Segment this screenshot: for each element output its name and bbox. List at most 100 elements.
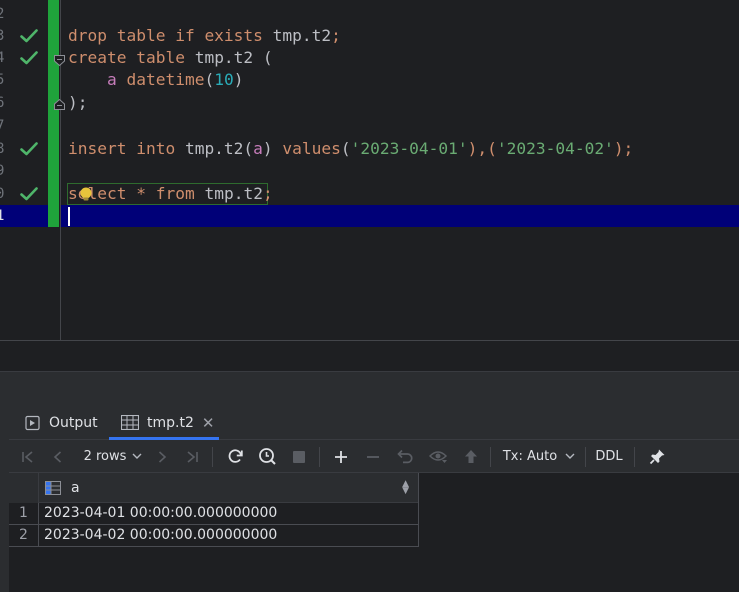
- previous-page-icon[interactable]: [47, 440, 69, 473]
- execution-success-check-icon: [20, 183, 38, 205]
- grid-corner[interactable]: [9, 473, 39, 503]
- code-line-insert[interactable]: insert into tmp.t2(a) values('2023-04-01…: [68, 138, 633, 160]
- line-number: 6: [0, 95, 5, 111]
- line-number: 4: [0, 50, 5, 66]
- view-query-icon[interactable]: [425, 440, 451, 473]
- add-row-icon[interactable]: [329, 440, 353, 473]
- tab-output-label: Output: [49, 414, 98, 431]
- console-run-icon: [25, 415, 41, 431]
- ddl-button[interactable]: DDL: [593, 440, 625, 473]
- sql-column: a: [106, 70, 117, 89]
- intention-bulb-icon[interactable]: [78, 186, 94, 202]
- execution-success-check-icon: [20, 47, 38, 69]
- close-tab-icon[interactable]: ✕: [202, 414, 215, 432]
- row-number: 1: [9, 503, 39, 524]
- sql-string: '2023-04-01': [350, 139, 468, 158]
- sql-type: datetime: [116, 70, 205, 89]
- code-line-column-def[interactable]: a datetime(10): [68, 69, 243, 91]
- sql-string: '2023-04-02': [496, 139, 614, 158]
- tx-mode-label: Tx: Auto: [502, 449, 558, 464]
- sql-paren: (: [204, 70, 215, 89]
- sql-punctuation: ),(: [467, 139, 497, 158]
- toolbar-separator: [490, 447, 491, 467]
- toolbar-separator: [634, 447, 635, 467]
- rows-count-label: 2 rows: [83, 449, 127, 464]
- execution-success-check-icon: [20, 25, 38, 47]
- toolbar-separator: [585, 447, 586, 467]
- tab-table-label: tmp.t2: [147, 414, 194, 431]
- sql-semicolon: ;: [331, 26, 341, 45]
- first-page-icon[interactable]: [17, 440, 39, 473]
- sql-identifier: tmp.t2: [194, 184, 263, 203]
- current-line-highlight: [61, 205, 739, 227]
- vcs-change-marker[interactable]: [48, 0, 59, 227]
- cell-value[interactable]: 2023-04-01 00:00:00.000000000: [44, 503, 277, 524]
- next-page-icon[interactable]: [151, 440, 173, 473]
- chevron-down-icon: [132, 453, 142, 460]
- sql-keyword: select: [68, 184, 127, 203]
- sql-operator: *: [126, 184, 156, 203]
- sql-number: 10: [214, 70, 234, 89]
- editor-bottom-area: [0, 341, 739, 371]
- result-toolbar: 2 rows Tx: Auto DDL: [9, 440, 739, 473]
- line-number: 5: [0, 72, 5, 88]
- fold-collapse-icon[interactable]: [53, 52, 66, 67]
- result-grid[interactable]: a ▲ ▼ 1 2023-04-01 00:00:00.000000000 2 2…: [9, 473, 739, 592]
- sql-keyword: drop table if exists: [68, 26, 263, 45]
- refresh-icon[interactable]: [223, 440, 247, 473]
- column-icon: [45, 481, 61, 495]
- line-number: 3: [0, 28, 5, 44]
- page-size-dropdown[interactable]: 2 rows: [75, 440, 151, 473]
- table-row[interactable]: 2 2023-04-02 00:00:00.000000000: [9, 525, 419, 547]
- sql-keyword: create table: [68, 48, 185, 67]
- line-number: 8: [0, 141, 5, 157]
- sql-paren: ): [233, 70, 244, 89]
- pin-tab-icon[interactable]: [645, 440, 669, 473]
- tab-table-result[interactable]: tmp.t2 ✕: [121, 405, 214, 440]
- revert-icon[interactable]: [393, 440, 417, 473]
- column-header-label: a: [71, 480, 80, 496]
- sql-identifier: tmp.t2(: [175, 139, 254, 158]
- sql-column: a: [253, 139, 263, 158]
- transaction-mode-dropdown[interactable]: Tx: Auto: [501, 440, 577, 473]
- sql-punctuation: );: [613, 139, 634, 158]
- stop-icon[interactable]: [287, 440, 311, 473]
- code-line-close-paren[interactable]: );: [68, 92, 88, 114]
- code-line-drop-table[interactable]: drop table if exists tmp.t2;: [68, 25, 341, 47]
- line-number: 0: [0, 186, 5, 202]
- table-icon: [121, 415, 139, 430]
- submit-icon[interactable]: [459, 440, 483, 473]
- sql-punctuation: );: [68, 93, 88, 112]
- sql-identifier: tmp.t2 (: [184, 48, 273, 67]
- execution-success-check-icon: [20, 138, 38, 160]
- sql-editor[interactable]: 2 3 4 5 6 7 8 9 0 1 drop table if exists…: [0, 0, 739, 340]
- column-header-a[interactable]: a ▲ ▼: [39, 473, 419, 503]
- chevron-down-icon: [565, 453, 575, 460]
- sql-paren: (: [340, 139, 351, 158]
- fold-end-icon[interactable]: [53, 96, 66, 110]
- grid-header: a ▲ ▼: [9, 473, 419, 503]
- last-page-icon[interactable]: [181, 440, 203, 473]
- grid-border: [418, 473, 419, 547]
- services-panel-header: [0, 371, 739, 405]
- line-number: 1: [0, 208, 5, 224]
- line-number: 7: [0, 118, 5, 134]
- delete-row-icon[interactable]: [361, 440, 385, 473]
- code-line-select[interactable]: select * from tmp.t2;: [68, 183, 273, 205]
- sql-keyword: insert into: [68, 139, 176, 158]
- text-caret: [68, 207, 70, 226]
- sql-identifier: tmp.t2: [262, 26, 332, 45]
- query-history-icon[interactable]: [255, 440, 279, 473]
- line-number: 2: [0, 6, 5, 22]
- sort-arrows-icon[interactable]: ▲ ▼: [402, 480, 409, 496]
- toolbar-separator: [212, 447, 213, 467]
- result-tabs: Output tmp.t2 ✕: [9, 405, 739, 440]
- table-row[interactable]: 1 2023-04-01 00:00:00.000000000: [9, 503, 419, 525]
- tab-output[interactable]: Output: [25, 405, 98, 440]
- code-line-create-table[interactable]: create table tmp.t2 (: [68, 47, 273, 69]
- toolbar-separator: [319, 447, 320, 467]
- row-number: 2: [9, 525, 39, 546]
- cell-value[interactable]: 2023-04-02 00:00:00.000000000: [44, 525, 277, 546]
- gutter-divider: [60, 0, 61, 340]
